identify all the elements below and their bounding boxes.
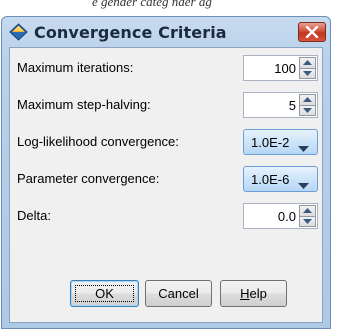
- ok-button[interactable]: OK: [70, 280, 139, 307]
- help-button[interactable]: Help: [220, 280, 287, 307]
- parameter-convergence-value: 1.0E-6: [251, 172, 290, 187]
- spinner-buttons: [299, 94, 316, 116]
- spin-down-button[interactable]: [299, 216, 316, 227]
- spin-up-button[interactable]: [299, 94, 316, 106]
- parameter-convergence-label: Parameter convergence:: [17, 171, 160, 186]
- field-row-max-iterations: Maximum iterations: 100: [10, 51, 322, 85]
- help-mnemonic: H: [240, 286, 250, 301]
- close-icon: [305, 26, 319, 38]
- max-step-halving-label: Maximum step-halving:: [17, 97, 151, 112]
- cancel-button-label: Cancel: [158, 286, 199, 301]
- chevron-down-icon: [298, 139, 309, 157]
- background-text: e gender categ nder ag: [92, 0, 212, 9]
- spin-up-button[interactable]: [299, 57, 316, 69]
- delta-label: Delta:: [17, 208, 51, 223]
- log-likelihood-dropdown[interactable]: 1.0E-2: [243, 129, 318, 155]
- parameter-convergence-dropdown[interactable]: 1.0E-6: [243, 166, 318, 192]
- field-row-parameter-convergence: Parameter convergence: 1.0E-6: [10, 162, 322, 196]
- field-row-delta: Delta: 0.0: [10, 199, 322, 233]
- chevron-down-icon: [298, 176, 309, 194]
- dialog-content: Maximum iterations: 100 Maximum step-hal…: [9, 47, 323, 323]
- cancel-button[interactable]: Cancel: [145, 280, 212, 307]
- arrow-down-icon: [303, 107, 312, 113]
- max-iterations-value[interactable]: 100: [274, 61, 296, 76]
- delta-spinner[interactable]: 0.0: [243, 203, 318, 229]
- background-fragment: e gender categ nder ag: [0, 0, 337, 16]
- log-likelihood-label: Log-likelihood convergence:: [17, 134, 179, 149]
- max-iterations-label: Maximum iterations:: [17, 60, 134, 75]
- arrow-down-icon: [303, 218, 312, 224]
- convergence-criteria-dialog: Convergence Criteria Maximum iterations:…: [1, 16, 331, 329]
- arrow-down-icon: [303, 70, 312, 76]
- arrow-up-icon: [303, 208, 312, 214]
- help-button-label: Help: [240, 286, 267, 301]
- spin-up-button[interactable]: [299, 205, 316, 217]
- spin-down-button[interactable]: [299, 105, 316, 116]
- arrow-up-icon: [303, 97, 312, 103]
- log-likelihood-value: 1.0E-2: [251, 135, 290, 150]
- help-label-rest: elp: [249, 286, 267, 301]
- arrow-up-icon: [303, 60, 312, 66]
- max-iterations-spinner[interactable]: 100: [243, 55, 318, 81]
- close-button[interactable]: [298, 22, 326, 42]
- field-row-max-step-halving: Maximum step-halving: 5: [10, 88, 322, 122]
- title-bar[interactable]: Convergence Criteria: [2, 17, 330, 47]
- delta-value[interactable]: 0.0: [278, 209, 296, 224]
- dialog-title: Convergence Criteria: [34, 23, 227, 42]
- field-row-log-likelihood: Log-likelihood convergence: 1.0E-2: [10, 125, 322, 159]
- spin-down-button[interactable]: [299, 68, 316, 79]
- focus-rectangle: [75, 285, 134, 302]
- spinner-buttons: [299, 205, 316, 227]
- max-step-halving-spinner[interactable]: 5: [243, 92, 318, 118]
- diamond-node-icon: [9, 23, 28, 41]
- spinner-buttons: [299, 57, 316, 79]
- max-step-halving-value[interactable]: 5: [289, 98, 296, 113]
